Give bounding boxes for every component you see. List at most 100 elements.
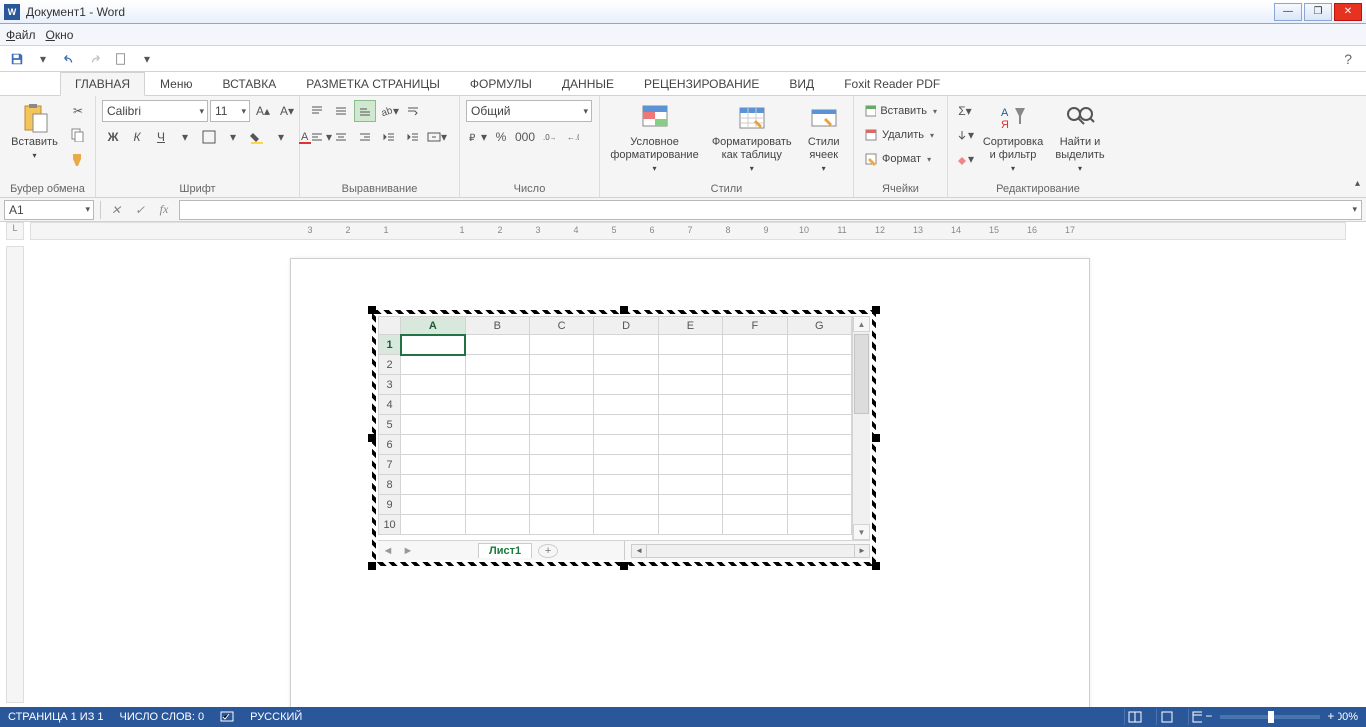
help-button[interactable]: ?	[1344, 51, 1360, 67]
tab-review[interactable]: РЕЦЕНЗИРОВАНИЕ	[629, 72, 774, 96]
zoom-in-button[interactable]: +	[1324, 709, 1338, 723]
format-painter-icon[interactable]	[67, 148, 89, 170]
fx-icon[interactable]: fx	[155, 201, 173, 219]
zoom-out-button[interactable]: −	[1202, 709, 1216, 723]
status-word-count[interactable]: ЧИСЛО СЛОВ: 0	[120, 711, 205, 723]
embedded-spreadsheet-object[interactable]: ABCDEFG12345678910 ▲ ▼ ◄ ► Лист1 +	[372, 310, 876, 566]
horizontal-ruler[interactable]: 3211234567891011121314151617	[30, 222, 1346, 240]
redo-icon[interactable]	[84, 48, 106, 70]
border-icon[interactable]	[198, 126, 220, 148]
maximize-button[interactable]: ❐	[1304, 3, 1332, 21]
align-right-icon[interactable]	[354, 126, 376, 148]
new-doc-icon[interactable]	[110, 48, 132, 70]
cell-styles-button[interactable]: Стили ячеек ▾	[800, 100, 847, 175]
align-bottom-icon[interactable]	[354, 100, 376, 122]
tab-page-layout[interactable]: РАЗМЕТКА СТРАНИЦЫ	[291, 72, 455, 96]
sort-filter-button[interactable]: АЯ Сортировка и фильтр ▾	[980, 100, 1046, 175]
bold-button[interactable]: Ж	[102, 126, 124, 148]
view-print-layout-icon[interactable]	[1156, 709, 1178, 725]
resize-handle[interactable]	[872, 434, 880, 442]
name-box[interactable]: A1	[4, 200, 94, 220]
enter-formula-icon[interactable]: ✓	[131, 201, 149, 219]
resize-handle[interactable]	[872, 306, 880, 314]
format-as-table-button[interactable]: Форматировать как таблицу ▾	[707, 100, 796, 175]
scroll-down-icon[interactable]: ▼	[853, 524, 870, 540]
cancel-formula-icon[interactable]: ✕	[107, 201, 125, 219]
hscroll-track[interactable]	[647, 544, 854, 558]
paste-button[interactable]: Вставить▾	[6, 100, 63, 162]
copy-icon[interactable]	[67, 124, 89, 146]
scroll-left-icon[interactable]: ◄	[631, 544, 647, 558]
align-left-icon[interactable]	[306, 126, 328, 148]
resize-handle[interactable]	[368, 306, 376, 314]
tab-foxit[interactable]: Foxit Reader PDF	[829, 72, 955, 96]
tab-menu[interactable]: Меню	[145, 72, 207, 96]
decrease-decimal-icon[interactable]: ←.0	[562, 126, 584, 148]
fill-icon[interactable]: ▾	[954, 124, 976, 146]
add-sheet-icon[interactable]: +	[538, 544, 558, 558]
fill-color-dropdown-icon[interactable]: ▾	[270, 126, 292, 148]
tab-formulas[interactable]: ФОРМУЛЫ	[455, 72, 547, 96]
zoom-thumb[interactable]	[1268, 711, 1274, 723]
orientation-icon[interactable]: ab▾	[378, 100, 400, 122]
vertical-ruler[interactable]	[6, 246, 24, 703]
formula-input[interactable]	[179, 200, 1362, 220]
view-read-mode-icon[interactable]	[1124, 709, 1146, 725]
tab-home[interactable]: ГЛАВНАЯ	[60, 72, 145, 96]
resize-handle[interactable]	[368, 562, 376, 570]
resize-handle[interactable]	[368, 434, 376, 442]
border-dropdown-icon[interactable]: ▾	[222, 126, 244, 148]
zoom-slider[interactable]: − +	[1220, 715, 1320, 719]
thousands-icon[interactable]: 000	[514, 126, 536, 148]
shrink-font-icon[interactable]: A▾	[276, 100, 298, 122]
collapse-ribbon-icon[interactable]: ▴	[1355, 178, 1360, 189]
find-select-button[interactable]: Найти и выделить ▾	[1050, 100, 1110, 175]
align-center-icon[interactable]	[330, 126, 352, 148]
underline-button[interactable]: Ч	[150, 126, 172, 148]
status-language[interactable]: РУССКИЙ	[250, 711, 302, 723]
italic-button[interactable]: К	[126, 126, 148, 148]
scroll-up-icon[interactable]: ▲	[853, 316, 870, 332]
font-name-combo[interactable]: Calibri	[102, 100, 208, 122]
qat-more-icon[interactable]: ▾	[136, 48, 158, 70]
insert-cells-button[interactable]: Вставить	[860, 100, 941, 122]
scroll-thumb[interactable]	[854, 334, 869, 414]
cut-icon[interactable]: ✂	[67, 100, 89, 122]
sheet-horizontal-scrollbar[interactable]: ◄ ►	[631, 544, 870, 558]
sheet-nav-next-icon[interactable]: ►	[398, 545, 418, 557]
wrap-text-icon[interactable]	[402, 100, 424, 122]
autosum-icon[interactable]: Σ▾	[954, 100, 976, 122]
format-cells-button[interactable]: Формат	[860, 148, 941, 170]
sheet-grid[interactable]: ABCDEFG12345678910	[378, 316, 852, 540]
align-top-icon[interactable]	[306, 100, 328, 122]
delete-cells-button[interactable]: Удалить	[860, 124, 941, 146]
status-page[interactable]: СТРАНИЦА 1 ИЗ 1	[8, 711, 104, 723]
conditional-formatting-button[interactable]: Условное форматирование ▾	[606, 100, 703, 175]
sheet-tab-1[interactable]: Лист1	[478, 543, 532, 558]
fill-color-icon[interactable]	[246, 126, 268, 148]
tab-insert[interactable]: ВСТАВКА	[207, 72, 291, 96]
font-size-combo[interactable]: 11	[210, 100, 250, 122]
qat-dropdown-icon[interactable]: ▾	[32, 48, 54, 70]
decrease-indent-icon[interactable]	[378, 126, 400, 148]
tab-data[interactable]: ДАННЫЕ	[547, 72, 629, 96]
underline-more-icon[interactable]: ▾	[174, 126, 196, 148]
grow-font-icon[interactable]: A▴	[252, 100, 274, 122]
currency-icon[interactable]: ₽▾	[466, 126, 488, 148]
resize-handle[interactable]	[620, 306, 628, 314]
resize-handle[interactable]	[872, 562, 880, 570]
number-format-combo[interactable]: Общий	[466, 100, 592, 122]
minimize-button[interactable]: —	[1274, 3, 1302, 21]
tab-view[interactable]: ВИД	[774, 72, 829, 96]
scroll-right-icon[interactable]: ►	[854, 544, 870, 558]
resize-handle[interactable]	[620, 562, 628, 570]
percent-icon[interactable]: %	[490, 126, 512, 148]
menu-file[interactable]: Файл	[6, 28, 36, 42]
sheet-vertical-scrollbar[interactable]: ▲ ▼	[852, 316, 870, 540]
status-proofing-icon[interactable]	[220, 709, 234, 726]
clear-icon[interactable]: ▾	[954, 148, 976, 170]
menu-window[interactable]: Окно	[46, 28, 74, 42]
sheet-nav-prev-icon[interactable]: ◄	[378, 545, 398, 557]
increase-decimal-icon[interactable]: .0→	[538, 126, 560, 148]
close-button[interactable]: ✕	[1334, 3, 1362, 21]
